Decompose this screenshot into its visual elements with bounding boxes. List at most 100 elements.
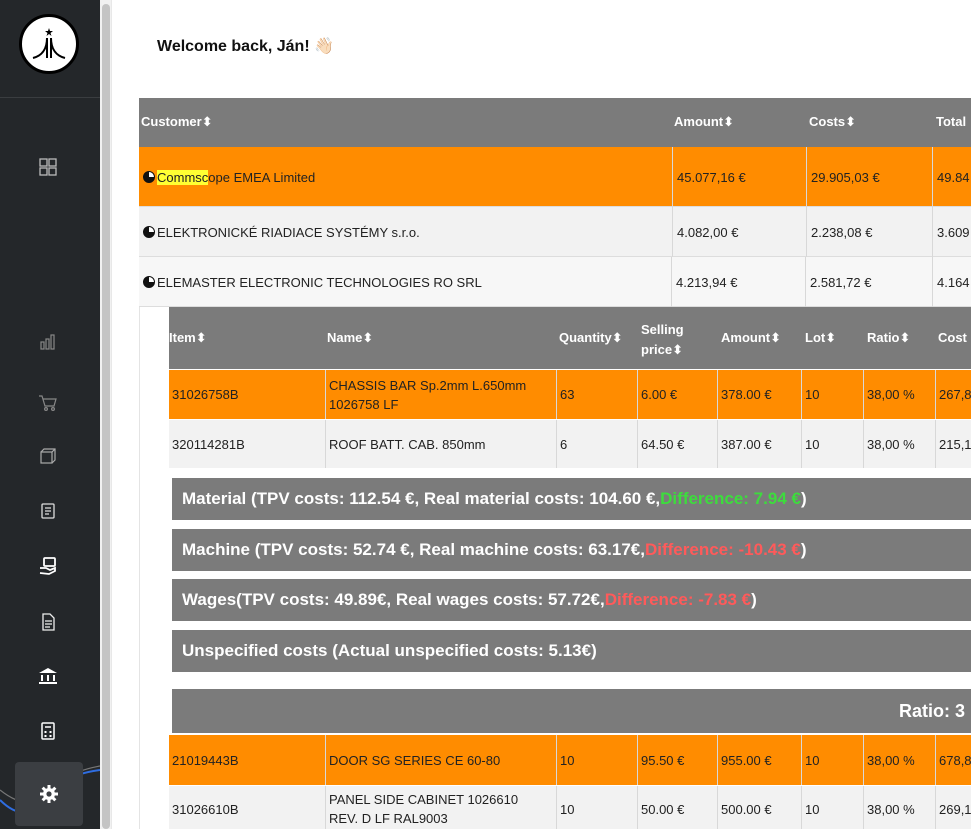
scrollbar-thumb[interactable]: [102, 4, 110, 829]
machine-summary-end: ): [800, 540, 807, 559]
item-price: 64.50 €: [638, 420, 718, 468]
header-cost[interactable]: Cost: [938, 330, 967, 345]
customer-row[interactable]: ELEMASTER ELECTRONIC TECHNOLOGIES RO SRL…: [139, 257, 971, 307]
item-code: 320114281B: [169, 420, 326, 468]
sort-icon: ⬍: [845, 114, 857, 129]
sort-icon: ⬍: [611, 330, 623, 345]
nav-orders[interactable]: [36, 391, 60, 415]
logo-icon: [32, 28, 66, 59]
header-amount[interactable]: Amount⬍: [674, 114, 734, 130]
wages-summary-end: ): [751, 590, 757, 609]
pie-chart-icon[interactable]: [143, 171, 155, 183]
customer-row[interactable]: Commsc ope EMEA Limited 45.077,16 € 29.90…: [139, 147, 971, 207]
header-ratio[interactable]: Ratio⬍: [867, 330, 910, 346]
wages-cost-summary: Wages(TPV costs: 49.89€, Real wages cost…: [172, 579, 971, 621]
item-price: 95.50 €: [638, 735, 718, 785]
header-lot-label: Lot: [805, 330, 826, 345]
nav-calculator[interactable]: [36, 719, 60, 743]
item-code: 31026758B: [169, 370, 326, 419]
items-detail-panel: Item⬍ Name⬍ Quantity⬍ Selling price⬍ Amou…: [139, 307, 971, 829]
item-row[interactable]: 21019443B DOOR SG SERIES CE 60-80 10 95.…: [169, 735, 971, 785]
customer-name: ope EMEA Limited: [208, 169, 316, 185]
header-amount-label: Amount: [721, 330, 771, 345]
nav-tasks[interactable]: [36, 499, 60, 523]
item-quantity: 10: [557, 735, 638, 785]
wages-summary-text: Wages(TPV costs: 49.89€, Real wages cost…: [182, 590, 605, 609]
header-total[interactable]: Total: [936, 114, 966, 129]
items-table-header: Item⬍ Name⬍ Quantity⬍ Selling price⬍ Amou…: [169, 307, 971, 369]
sort-icon: ⬍: [723, 114, 735, 129]
nav-statistics[interactable]: [36, 329, 60, 353]
machine-difference: Difference: -10.43 €: [644, 540, 801, 559]
item-lot: 10: [802, 735, 864, 785]
customer-total: 3.609: [937, 224, 970, 240]
item-row[interactable]: 320114281B ROOF BATT. CAB. 850mm 6 64.50…: [169, 420, 971, 468]
item-name-line2: 1026758 LF: [329, 396, 399, 412]
customer-total: 49.84: [937, 169, 970, 185]
header-item[interactable]: Item⬍: [169, 330, 207, 346]
item-row[interactable]: 31026758B CHASSIS BAR Sp.2mm L.650mm 1026…: [169, 370, 971, 419]
header-amount-label: Amount: [674, 114, 724, 129]
header-quantity-label: Quantity: [559, 330, 612, 345]
material-difference: Difference: 7.94 €: [660, 489, 801, 508]
item-name: DOOR SG SERIES CE 60-80: [326, 735, 557, 785]
app-logo[interactable]: [19, 14, 79, 74]
item-code: 31026610B: [169, 786, 326, 829]
header-price-label: price: [641, 342, 673, 357]
header-ratio-label: Ratio: [867, 330, 900, 345]
sort-icon: ⬍: [201, 114, 213, 129]
header-lot[interactable]: Lot⬍: [805, 330, 836, 346]
nav-dashboard[interactable]: [36, 155, 60, 179]
customer-amount: 45.077,16 €: [673, 147, 807, 207]
material-cost-summary: Material (TPV costs: 112.54 €, Real mate…: [172, 478, 971, 520]
item-row[interactable]: 31026610B PANEL SIDE CABINET 1026610 REV.…: [169, 786, 971, 829]
bank-icon: [39, 668, 57, 684]
item-name-line1: PANEL SIDE CABINET 1026610: [329, 792, 519, 807]
sort-icon: ⬍: [825, 330, 837, 345]
customer-amount: 4.213,94 €: [672, 257, 806, 307]
calculator-icon: [41, 722, 55, 740]
sidebar-scrollbar[interactable]: [100, 0, 112, 829]
item-name: CHASSIS BAR Sp.2mm L.650mm 1026758 LF: [326, 370, 557, 419]
material-summary-end: ): [800, 489, 807, 508]
item-amount: 387.00 €: [718, 420, 802, 468]
customer-name: ELEKTRONICKÉ RIADIACE SYSTÉMY s.r.o.: [157, 224, 420, 240]
customer-row[interactable]: ELEKTRONICKÉ RIADIACE SYSTÉMY s.r.o. 4.0…: [139, 207, 971, 257]
customer-costs: 2.581,72 €: [806, 257, 933, 307]
pie-chart-icon[interactable]: [143, 226, 155, 238]
header-costs[interactable]: Costs⬍: [809, 114, 856, 130]
item-price: 50.00 €: [638, 786, 718, 829]
header-name-label: Name: [327, 330, 363, 345]
sort-icon: ⬍: [899, 330, 911, 345]
checklist-icon: [41, 503, 55, 519]
nav-products[interactable]: [36, 444, 60, 468]
customer-amount: 4.082,00 €: [673, 207, 807, 257]
nav-settings[interactable]: [15, 762, 83, 826]
item-ratio: 38,00 %: [864, 786, 936, 829]
gear-icon: [40, 785, 58, 803]
pie-chart-icon[interactable]: [143, 276, 155, 288]
header-quantity[interactable]: Quantity⬍: [559, 330, 623, 346]
header-amount[interactable]: Amount⬍: [721, 330, 781, 346]
header-selling-price[interactable]: Selling price⬍: [641, 320, 684, 360]
nav-documents[interactable]: [36, 610, 60, 634]
item-price: 6.00 €: [638, 370, 718, 419]
wages-difference: Difference: -7.83 €: [604, 590, 752, 609]
cart-icon: [39, 395, 57, 412]
document-icon: [42, 613, 55, 631]
item-ratio: 38,00 %: [864, 420, 936, 468]
item-quantity: 6: [557, 420, 638, 468]
header-customer[interactable]: Customer⬍: [141, 114, 213, 130]
header-name[interactable]: Name⬍: [327, 330, 373, 346]
item-lot: 10: [802, 786, 864, 829]
sort-icon: ⬍: [362, 330, 374, 345]
box-icon: [40, 448, 56, 464]
machine-cost-summary: Machine (TPV costs: 52.74 €, Real machin…: [172, 529, 971, 571]
customer-name: ELEMASTER ELECTRONIC TECHNOLOGIES RO SRL: [157, 274, 482, 290]
detail-gutter: [139, 307, 169, 829]
nav-bank[interactable]: [36, 664, 60, 688]
item-name: ROOF BATT. CAB. 850mm: [326, 420, 557, 468]
customer-table: Customer⬍ Amount⬍ Costs⬍ Total Commsc ope…: [139, 98, 971, 829]
header-costs-label: Costs: [809, 114, 846, 129]
nav-payments[interactable]: [36, 554, 60, 578]
